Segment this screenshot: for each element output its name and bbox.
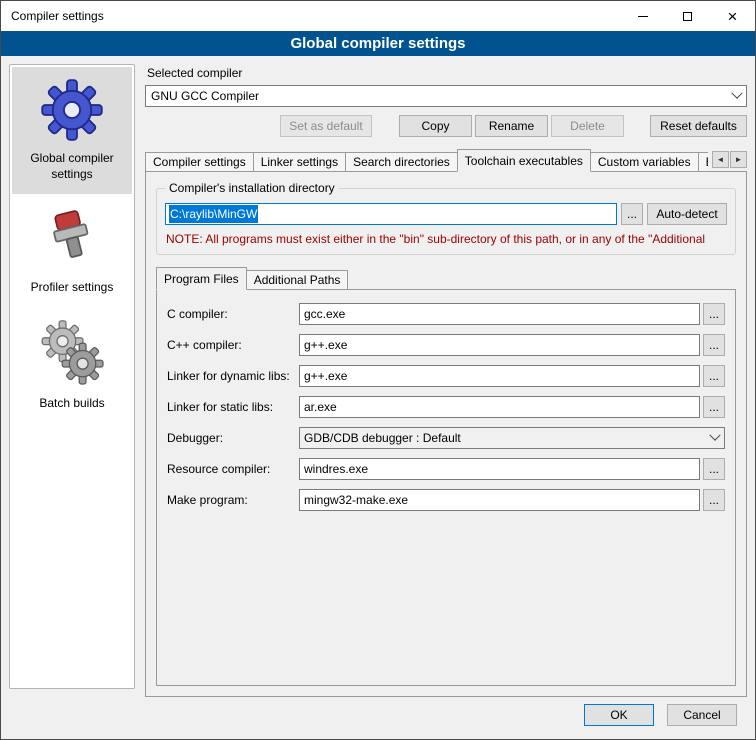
chevron-down-icon [728,86,746,106]
tab-toolchain-executables[interactable]: Toolchain executables [457,149,591,172]
sidebar-item-batch-builds[interactable]: Batch builds [12,308,132,424]
tab-additional-paths[interactable]: Additional Paths [246,270,349,290]
sidebar-item-label: Profiler settings [31,280,114,296]
resource-compiler-input[interactable] [299,458,700,480]
close-icon: × [728,8,738,25]
tab-scroll-left-button[interactable]: ◄ [712,151,729,168]
set-as-default-button: Set as default [280,115,372,137]
titlebar: Compiler settings × [1,1,755,31]
field-label: Debugger: [167,431,299,445]
field-label: Resource compiler: [167,462,299,476]
scroll-right-icon: ► [735,156,743,164]
sidebar-item-global-compiler-settings[interactable]: Global compiler settings [12,67,132,194]
cpp-compiler-field: C++ compiler: ... [167,334,725,356]
debugger-dropdown[interactable]: GDB/CDB debugger : Default [299,427,725,449]
tab-scroll-buttons: ◄ ► [712,151,747,168]
tab-search-directories[interactable]: Search directories [345,152,458,172]
field-label: C++ compiler: [167,338,299,352]
field-label: Linker for dynamic libs: [167,369,299,383]
compiler-settings-window: Compiler settings × Global compiler sett… [0,0,756,740]
browse-button[interactable]: ... [703,458,725,480]
dynamic-linker-field: Linker for dynamic libs: ... [167,365,725,387]
installation-directory-label: Compiler's installation directory [165,181,339,195]
tab-compiler-settings[interactable]: Compiler settings [145,152,254,172]
dialog-header: Global compiler settings [1,31,755,56]
selected-compiler-dropdown[interactable]: GNU GCC Compiler [145,85,747,107]
installation-directory-input[interactable]: C:\raylib\MinGW [165,203,617,225]
browse-button[interactable]: ... [703,303,725,325]
compiler-tabs: Compiler settings Linker settings Search… [145,149,747,172]
dynamic-linker-input[interactable] [299,365,700,387]
settings-sidebar: Global compiler settings Profiler settin… [9,64,135,689]
dialog-footer: OK Cancel [1,699,755,739]
c-compiler-field: C compiler: ... [167,303,725,325]
sidebar-item-profiler-settings[interactable]: Profiler settings [12,194,132,308]
cancel-button[interactable]: Cancel [667,704,737,726]
compiler-gear-icon [41,79,103,141]
auto-detect-button[interactable]: Auto-detect [647,203,727,225]
debugger-value: GDB/CDB debugger : Default [304,431,461,445]
close-button[interactable]: × [710,1,755,31]
toolchain-executables-panel: Compiler's installation directory C:\ray… [145,171,747,697]
program-tabs: Program Files Additional Paths [156,267,736,290]
selected-compiler-value: GNU GCC Compiler [151,89,259,103]
selected-compiler-label: Selected compiler [147,66,747,80]
main-content: Selected compiler GNU GCC Compiler Set a… [145,64,747,697]
minimize-icon [638,16,648,17]
dialog-body: Global compiler settings Profiler settin… [1,56,755,699]
static-linker-field: Linker for static libs: ... [167,396,725,418]
program-files-panel: C compiler: ... C++ compiler: ... Linker… [156,289,736,686]
c-compiler-input[interactable] [299,303,700,325]
make-program-field: Make program: ... [167,489,725,511]
browse-button[interactable]: ... [703,489,725,511]
tab-program-files[interactable]: Program Files [156,267,247,290]
compiler-actions: Set as default Copy Rename Delete Reset … [145,115,747,137]
static-linker-input[interactable] [299,396,700,418]
profiler-tool-icon [43,206,101,270]
maximize-icon [683,12,692,21]
batch-builds-gears-icon [36,320,108,386]
delete-button: Delete [551,115,624,137]
browse-button[interactable]: ... [703,396,725,418]
cpp-compiler-input[interactable] [299,334,700,356]
ok-button[interactable]: OK [584,704,654,726]
tab-build-options[interactable]: Builc [698,152,708,172]
browse-button[interactable]: ... [703,365,725,387]
minimize-button[interactable] [620,1,665,31]
tab-linker-settings[interactable]: Linker settings [253,152,346,172]
window-title: Compiler settings [1,9,104,23]
bin-note-text: NOTE: All programs must exist either in … [166,232,727,246]
program-tabs-scroll: Program Files Additional Paths [156,267,736,290]
tab-custom-variables[interactable]: Custom variables [590,152,699,172]
field-label: C compiler: [167,307,299,321]
selected-path-text: C:\raylib\MinGW [169,205,258,223]
sidebar-item-label: Global compiler settings [16,151,128,182]
reset-defaults-button[interactable]: Reset defaults [650,115,747,137]
chevron-down-icon [706,428,724,448]
installation-directory-group: Compiler's installation directory C:\ray… [156,188,736,255]
make-program-input[interactable] [299,489,700,511]
scroll-left-icon: ◄ [717,156,725,164]
maximize-button[interactable] [665,1,710,31]
browse-directory-button[interactable]: ... [621,203,643,225]
tab-scroll-right-button[interactable]: ► [730,151,747,168]
resource-compiler-field: Resource compiler: ... [167,458,725,480]
field-label: Make program: [167,493,299,507]
browse-button[interactable]: ... [703,334,725,356]
window-controls: × [620,1,755,31]
copy-button[interactable]: Copy [399,115,472,137]
debugger-field: Debugger: GDB/CDB debugger : Default [167,427,725,449]
installation-directory-row: C:\raylib\MinGW ... Auto-detect [165,203,727,225]
rename-button[interactable]: Rename [475,115,548,137]
sidebar-item-label: Batch builds [39,396,104,412]
field-label: Linker for static libs: [167,400,299,414]
tabs-scroll-area: Compiler settings Linker settings Search… [145,149,708,172]
